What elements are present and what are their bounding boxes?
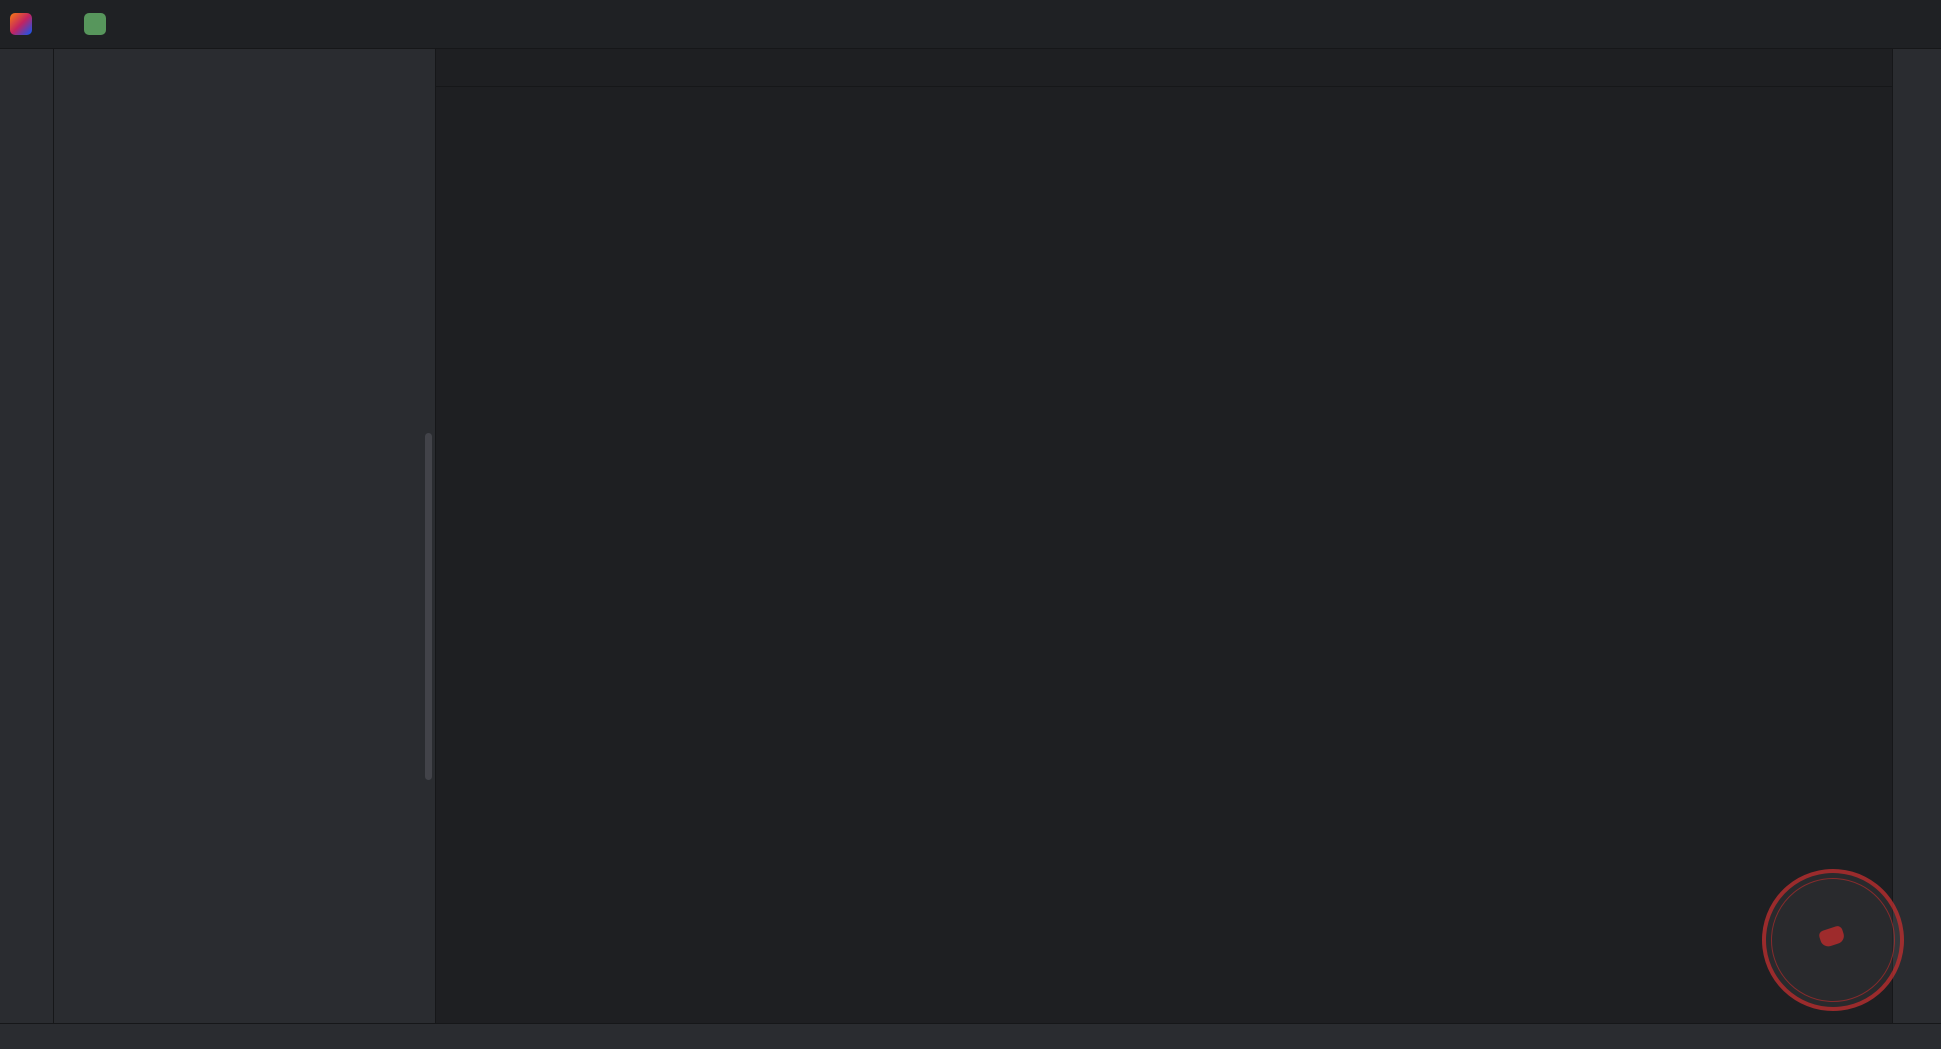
run-configuration-widget[interactable] <box>1491 7 1553 41</box>
code-editor[interactable] <box>436 87 1892 1023</box>
chevron-down-icon <box>1531 18 1544 31</box>
debug-icon <box>1597 16 1614 33</box>
activity-bar <box>0 49 54 1023</box>
editor-area <box>436 49 1892 1023</box>
kebab-icon <box>1632 16 1649 33</box>
next-problem-button[interactable] <box>1849 97 1864 112</box>
tab-options-button[interactable] <box>1843 49 1892 86</box>
hamburger-icon <box>49 16 66 33</box>
run-button[interactable] <box>1553 7 1588 41</box>
maximize-icon <box>1864 16 1881 33</box>
user-icon <box>1687 16 1704 33</box>
tomcat-icon <box>1500 16 1517 33</box>
right-tool-stripe <box>1892 49 1941 1023</box>
stamp-emblem-icon <box>1817 924 1846 949</box>
titlebar-right <box>1491 0 1941 48</box>
vcs-widget[interactable] <box>142 7 180 41</box>
inspections-widget[interactable] <box>1769 97 1864 112</box>
close-button[interactable] <box>1895 0 1941 49</box>
close-icon <box>1910 16 1927 33</box>
code-with-me-button[interactable] <box>1678 7 1713 41</box>
project-panel-header[interactable] <box>54 49 435 85</box>
settings-button[interactable] <box>1748 7 1783 41</box>
warning-icon <box>1769 97 1784 112</box>
prev-problem-button[interactable] <box>1827 97 1842 112</box>
tree-scrollbar-thumb[interactable] <box>425 433 432 780</box>
chevron-down-icon <box>120 18 133 31</box>
check-icon <box>1798 97 1813 112</box>
debug-button[interactable] <box>1588 7 1623 41</box>
project-tree <box>54 85 435 1023</box>
titlebar <box>0 0 1941 49</box>
project-panel <box>54 49 436 1023</box>
intellij-logo-icon <box>10 13 32 35</box>
minimize-button[interactable] <box>1803 0 1849 49</box>
page-background-strip <box>0 1049 1941 1061</box>
chevron-down-icon <box>75 61 88 74</box>
search-everywhere-button[interactable] <box>1713 7 1748 41</box>
tab-bar <box>436 49 1892 87</box>
kebab-icon <box>1859 59 1876 76</box>
gear-icon <box>1757 16 1774 33</box>
maximize-button[interactable] <box>1849 0 1895 49</box>
main-menu-button[interactable] <box>40 7 75 41</box>
chevron-down-icon <box>158 18 171 31</box>
ide-window <box>0 0 1941 1049</box>
search-icon <box>1722 16 1739 33</box>
minimize-icon <box>1818 16 1835 33</box>
project-avatar <box>84 13 106 35</box>
main-area <box>0 49 1941 1023</box>
more-actions-button[interactable] <box>1623 7 1658 41</box>
titlebar-left <box>10 0 180 48</box>
project-widget[interactable] <box>75 7 142 41</box>
run-icon <box>1562 16 1579 33</box>
stamp-subtitle <box>1833 950 1840 952</box>
status-bar <box>0 1023 1941 1049</box>
